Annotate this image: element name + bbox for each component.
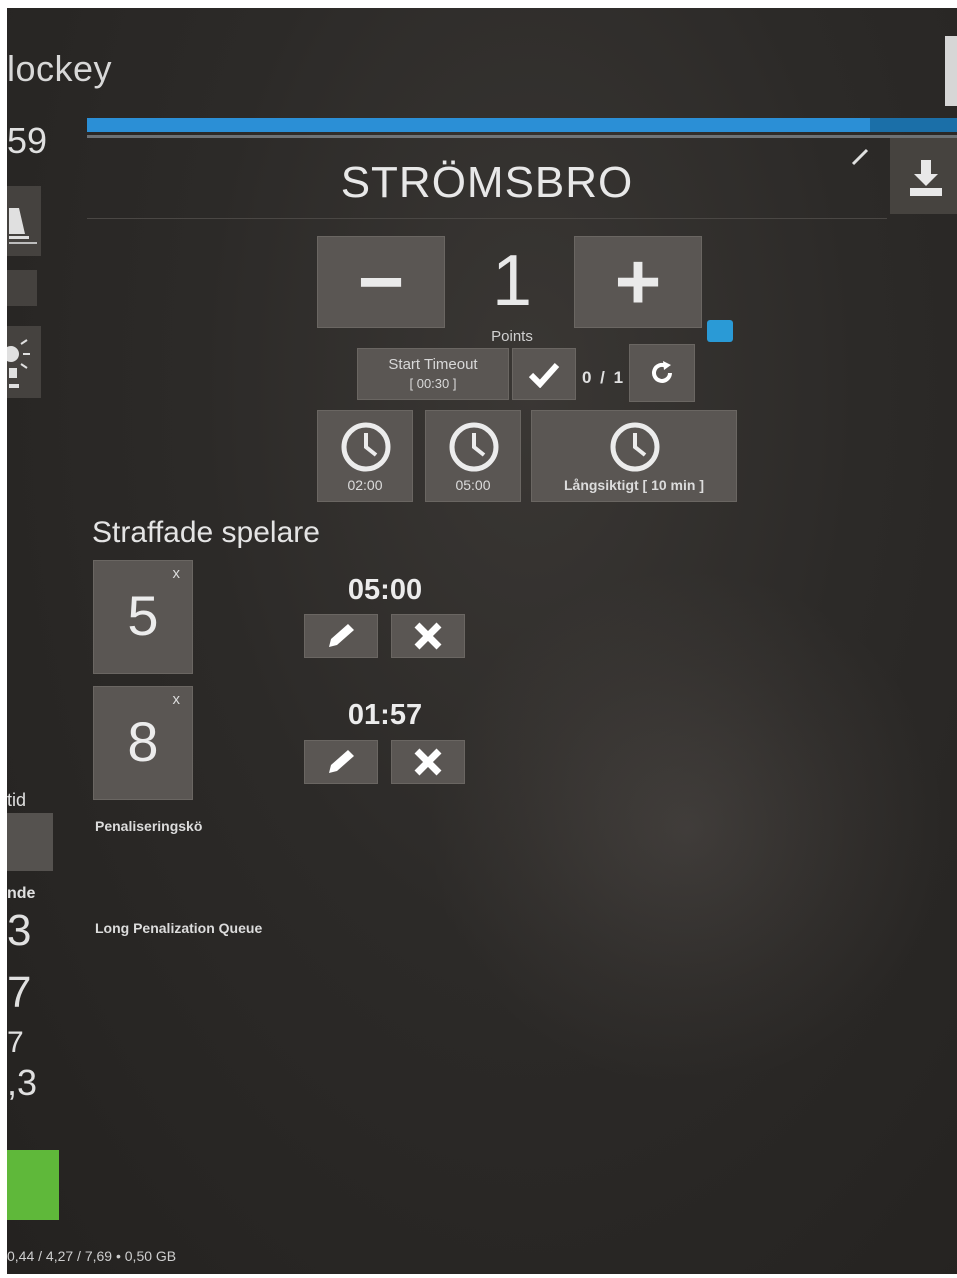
long-penalty-queue-label: Long Penalization Queue [95,920,263,936]
left-stat-2: 7 [7,968,32,1017]
download-icon [910,160,942,196]
penalty-time: 05:00 [347,574,423,606]
penalty-queue-label: Penaliseringskö [95,818,203,834]
pencil-icon [851,148,869,166]
points-label: Points [491,328,533,345]
clock-icon [449,422,499,472]
progress-divider [87,135,957,138]
left-stat-3: 7 [7,1026,24,1059]
remove-player-icon[interactable]: x [173,565,181,582]
delete-penalty-button[interactable] [391,740,465,784]
download-button[interactable] [890,138,957,214]
clock-icon [610,422,660,472]
timeout-counter: 0 / 1 [582,368,626,387]
sync-icon[interactable] [707,320,733,342]
penalty-5min-label: 05:00 [455,477,491,493]
close-icon [414,748,442,776]
refresh-icon [652,361,672,383]
penalized-player-tile[interactable]: x 8 [93,686,193,800]
close-icon [414,622,442,650]
app-title: lockey [7,48,113,89]
penalty-5min-button[interactable]: 05:00 [425,410,521,502]
team-name: STRÖMSBRO [340,158,634,207]
light-icon [7,339,30,388]
edit-penalty-button[interactable] [304,614,378,658]
player-number: 8 [127,710,159,773]
penalty-long-button[interactable]: Långsiktigt [ 10 min ] [531,410,737,502]
bell-icon [9,208,37,244]
edit-team-button[interactable] [847,144,873,175]
left-tid-box[interactable] [7,813,53,871]
delete-penalty-button[interactable] [391,614,465,658]
left-label-nde: nde [7,885,36,902]
screen-glare [427,568,947,1088]
timeout-duration: [ 00:30 ] [409,376,457,391]
score-minus-button[interactable]: − [317,236,445,328]
start-timeout-button[interactable]: Start Timeout [ 00:30 ] [357,348,509,400]
left-tile-blank[interactable] [7,270,37,306]
status-indicator [7,1150,59,1220]
reset-timeout-button[interactable] [629,344,695,402]
edit-penalty-button[interactable] [304,740,378,784]
left-label-tid: tid [7,790,27,810]
memory-status: 0,44 / 4,27 / 7,69 • 0,50 GB [7,1248,177,1264]
plus-icon: + [614,237,662,326]
penalty-2min-button[interactable]: 02:00 [317,410,413,502]
confirm-timeout-button[interactable] [512,348,576,400]
pencil-icon [329,750,354,773]
period-progress-bar [87,118,957,132]
left-tile-bell[interactable] [7,186,41,256]
team-divider [87,218,887,219]
player-number: 5 [127,584,159,647]
left-stat-4: ,3 [7,1062,38,1103]
left-stat-1: 3 [7,906,32,955]
penalty-time: 01:57 [347,699,423,731]
score-plus-button[interactable]: + [574,236,702,328]
check-icon [528,362,560,388]
left-tile-light[interactable] [7,326,41,398]
minus-icon: − [357,237,405,326]
app-screen: lockey 59 tid nde 3 7 7 ,3 STRÖMSBRO − 1… [7,8,957,1274]
clock-icon [341,422,391,472]
pencil-icon [329,624,354,647]
remove-player-icon[interactable]: x [173,691,181,708]
penalty-long-label: Långsiktigt [ 10 min ] [563,477,704,493]
penalty-2min-label: 02:00 [347,477,383,493]
menu-button[interactable] [945,36,957,106]
score-value: 1 [491,241,533,321]
penalized-players-title: Straffade spelare [92,516,320,549]
penalized-player-tile[interactable]: x 5 [93,560,193,674]
period-progress-fill [87,118,870,132]
left-top-number: 59 [7,120,48,161]
start-timeout-label: Start Timeout [388,356,478,373]
